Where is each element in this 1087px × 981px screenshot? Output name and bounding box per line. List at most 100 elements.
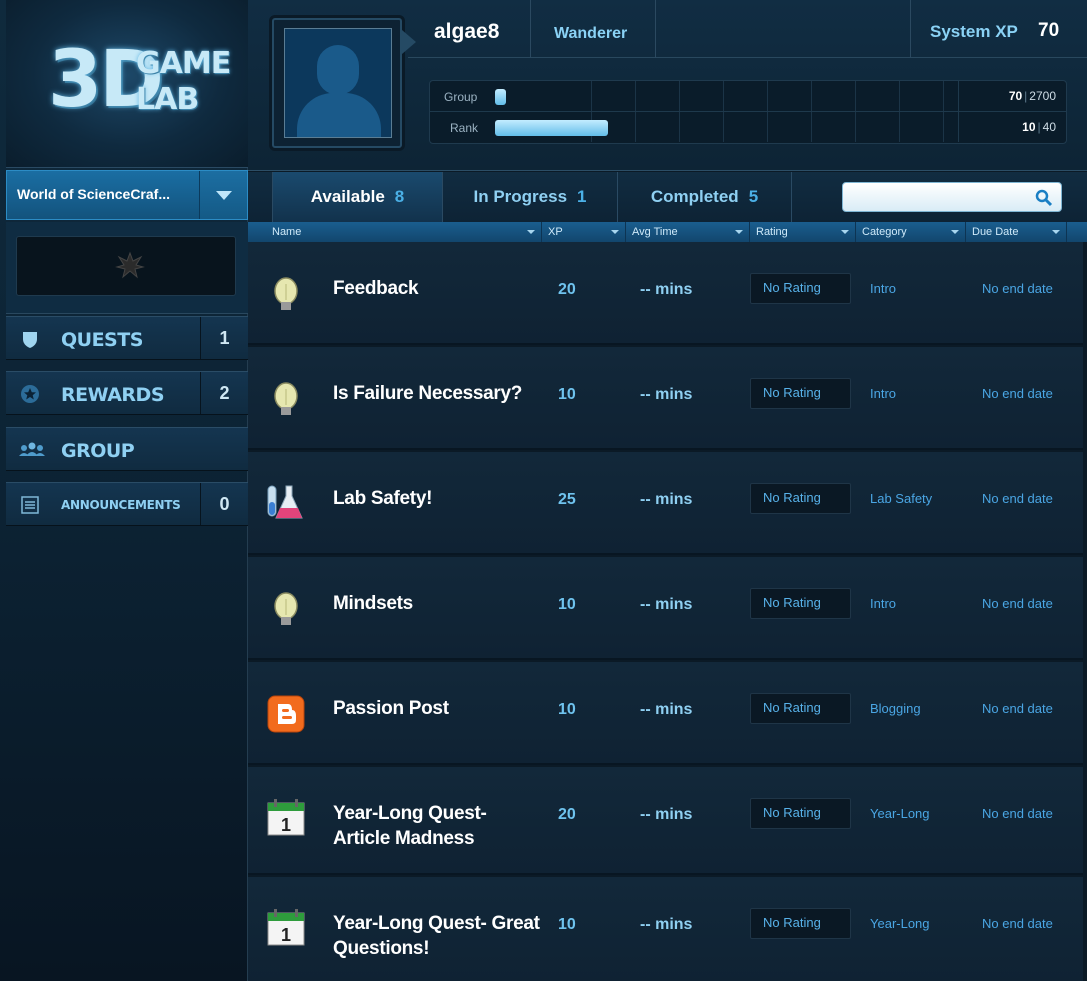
rank-max: 40: [1042, 120, 1056, 134]
quest-rating[interactable]: No Rating: [750, 588, 851, 619]
username[interactable]: algae8: [434, 20, 499, 44]
group-progress-fill: [495, 89, 506, 105]
quest-tabs: Available 8 In Progress 1 Completed 5: [248, 172, 1087, 222]
quest-due-date: No end date: [982, 596, 1053, 611]
quest-row[interactable]: 1 Year-Long Quest- Article Madness 20 --…: [248, 767, 1083, 875]
separator: |: [1024, 89, 1028, 103]
rank-current: 10: [1022, 120, 1036, 134]
progress-bars: Group 70 | 2700 Rank 10 | 40: [429, 80, 1067, 144]
quest-row[interactable]: Feedback 20 -- mins No Rating Intro No e…: [248, 242, 1083, 345]
quest-category: Intro: [870, 281, 897, 296]
quest-rating[interactable]: No Rating: [750, 798, 851, 829]
quest-due-date: No end date: [982, 916, 1053, 931]
quest-row[interactable]: Is Failure Necessary? 10 -- mins No Rati…: [248, 347, 1083, 450]
quest-row[interactable]: Mindsets 10 -- mins No Rating Intro No e…: [248, 557, 1083, 660]
chevron-down-icon[interactable]: [199, 171, 247, 219]
avatar[interactable]: [284, 28, 392, 138]
group-current: 70: [1008, 89, 1023, 103]
tab-available[interactable]: Available 8: [272, 172, 443, 222]
calendar-icon: 1: [267, 799, 305, 836]
course-dropdown[interactable]: World of ScienceCraf...: [6, 170, 248, 220]
quest-row[interactable]: Lab Safety! 25 -- mins No Rating Lab Saf…: [248, 452, 1083, 555]
tab-in-progress[interactable]: In Progress 1: [443, 172, 618, 222]
quest-xp: 20: [558, 806, 576, 823]
calendar-icon: 1: [267, 909, 305, 946]
quest-row[interactable]: 1 Year-Long Quest- Great Questions! 10 -…: [248, 877, 1083, 981]
quest-category: Year-Long: [870, 916, 930, 931]
quest-due-date: No end date: [982, 491, 1053, 506]
column-header-avg-time[interactable]: Avg Time: [626, 222, 750, 242]
group-value: 70 | 2700: [958, 81, 1066, 111]
quest-category: Intro: [870, 386, 897, 401]
quest-rating[interactable]: No Rating: [750, 378, 851, 409]
avatar-frame[interactable]: [272, 18, 416, 148]
quest-xp: 20: [558, 281, 576, 298]
search-input[interactable]: [849, 187, 1029, 207]
rank-value: 10 | 40: [958, 112, 1066, 142]
group-label: Group: [444, 90, 478, 104]
lightbulb-icon: [274, 382, 298, 415]
lab-flask-icon: [267, 485, 303, 519]
quest-rating[interactable]: No Rating: [750, 483, 851, 514]
quest-name[interactable]: Year-Long Quest- Great Questions!: [333, 911, 543, 961]
profile-header: algae8 Wanderer System XP 70 Group 70 | 27…: [248, 0, 1087, 171]
group-max: 2700: [1029, 89, 1056, 103]
quest-rating[interactable]: No Rating: [750, 693, 851, 724]
search-icon[interactable]: [1035, 189, 1053, 207]
spacer-cell: [655, 0, 910, 58]
sidebar-item-label: ANNOUNCEMENTS: [61, 498, 181, 512]
avatar-head: [317, 45, 359, 95]
quest-due-date: No end date: [982, 806, 1053, 821]
quest-due-date: No end date: [982, 386, 1053, 401]
rank-track: [548, 112, 958, 142]
quest-rating[interactable]: No Rating: [750, 273, 851, 304]
column-header-name[interactable]: Name: [266, 222, 542, 242]
quest-xp: 10: [558, 916, 576, 933]
sidebar-item-group[interactable]: GROUP: [6, 427, 248, 471]
eagle-emblem-icon: [115, 251, 145, 279]
quest-name[interactable]: Year-Long Quest- Article Madness: [333, 801, 543, 851]
logo-game: GAME: [136, 46, 231, 81]
tab-label: Available: [310, 187, 385, 206]
quest-rating[interactable]: No Rating: [750, 908, 851, 939]
quest-xp: 10: [558, 386, 576, 403]
quest-row[interactable]: Passion Post 10 -- mins No Rating Bloggi…: [248, 662, 1083, 765]
sidebar-item-announcements[interactable]: ANNOUNCEMENTS 0: [6, 482, 248, 526]
quest-category: Blogging: [870, 701, 921, 716]
separator: |: [1037, 120, 1041, 134]
column-header-category[interactable]: Category: [856, 222, 966, 242]
column-header-rating[interactable]: Rating: [750, 222, 856, 242]
sidebar-item-quests[interactable]: QUESTS 1: [6, 316, 248, 360]
badge-slot: [16, 236, 236, 296]
system-xp-value: 70: [1038, 20, 1060, 41]
quest-name[interactable]: Passion Post: [333, 696, 543, 721]
group-track: [548, 81, 958, 111]
course-dropdown-label: World of ScienceCraf...: [17, 186, 170, 202]
group-icon: [19, 442, 45, 456]
tab-completed[interactable]: Completed 5: [618, 172, 792, 222]
quest-name[interactable]: Mindsets: [333, 591, 543, 616]
sidebar-item-count: 1: [200, 317, 248, 359]
quest-category: Year-Long: [870, 806, 930, 821]
sidebar-item-count: 0: [200, 483, 248, 525]
quest-avg-time: -- mins: [640, 806, 693, 823]
quest-avg-time: -- mins: [640, 491, 693, 508]
column-header-due-date[interactable]: Due Date: [966, 222, 1067, 242]
column-header-xp[interactable]: XP: [542, 222, 626, 242]
quest-avg-time: -- mins: [640, 596, 693, 613]
quest-name[interactable]: Lab Safety!: [333, 486, 543, 511]
tab-label: Completed: [650, 187, 739, 206]
column-headers: Name XP Avg Time Rating Category Due Dat…: [248, 222, 1087, 242]
group-progress: Group 70 | 2700: [430, 81, 1066, 112]
blogger-icon: [267, 695, 305, 733]
quest-name[interactable]: Feedback: [333, 276, 543, 301]
app-logo[interactable]: 3D GAME LAB: [6, 0, 248, 168]
quest-list: Feedback 20 -- mins No Rating Intro No e…: [248, 242, 1087, 981]
quest-name[interactable]: Is Failure Necessary?: [333, 381, 543, 406]
search-box[interactable]: [842, 182, 1062, 212]
quest-avg-time: -- mins: [640, 701, 693, 718]
quest-xp: 10: [558, 701, 576, 718]
sidebar: 3D GAME LAB World of ScienceCraf... QUES…: [0, 0, 248, 981]
sidebar-item-label: GROUP: [61, 440, 135, 462]
sidebar-item-rewards[interactable]: REWARDS 2: [6, 371, 248, 415]
